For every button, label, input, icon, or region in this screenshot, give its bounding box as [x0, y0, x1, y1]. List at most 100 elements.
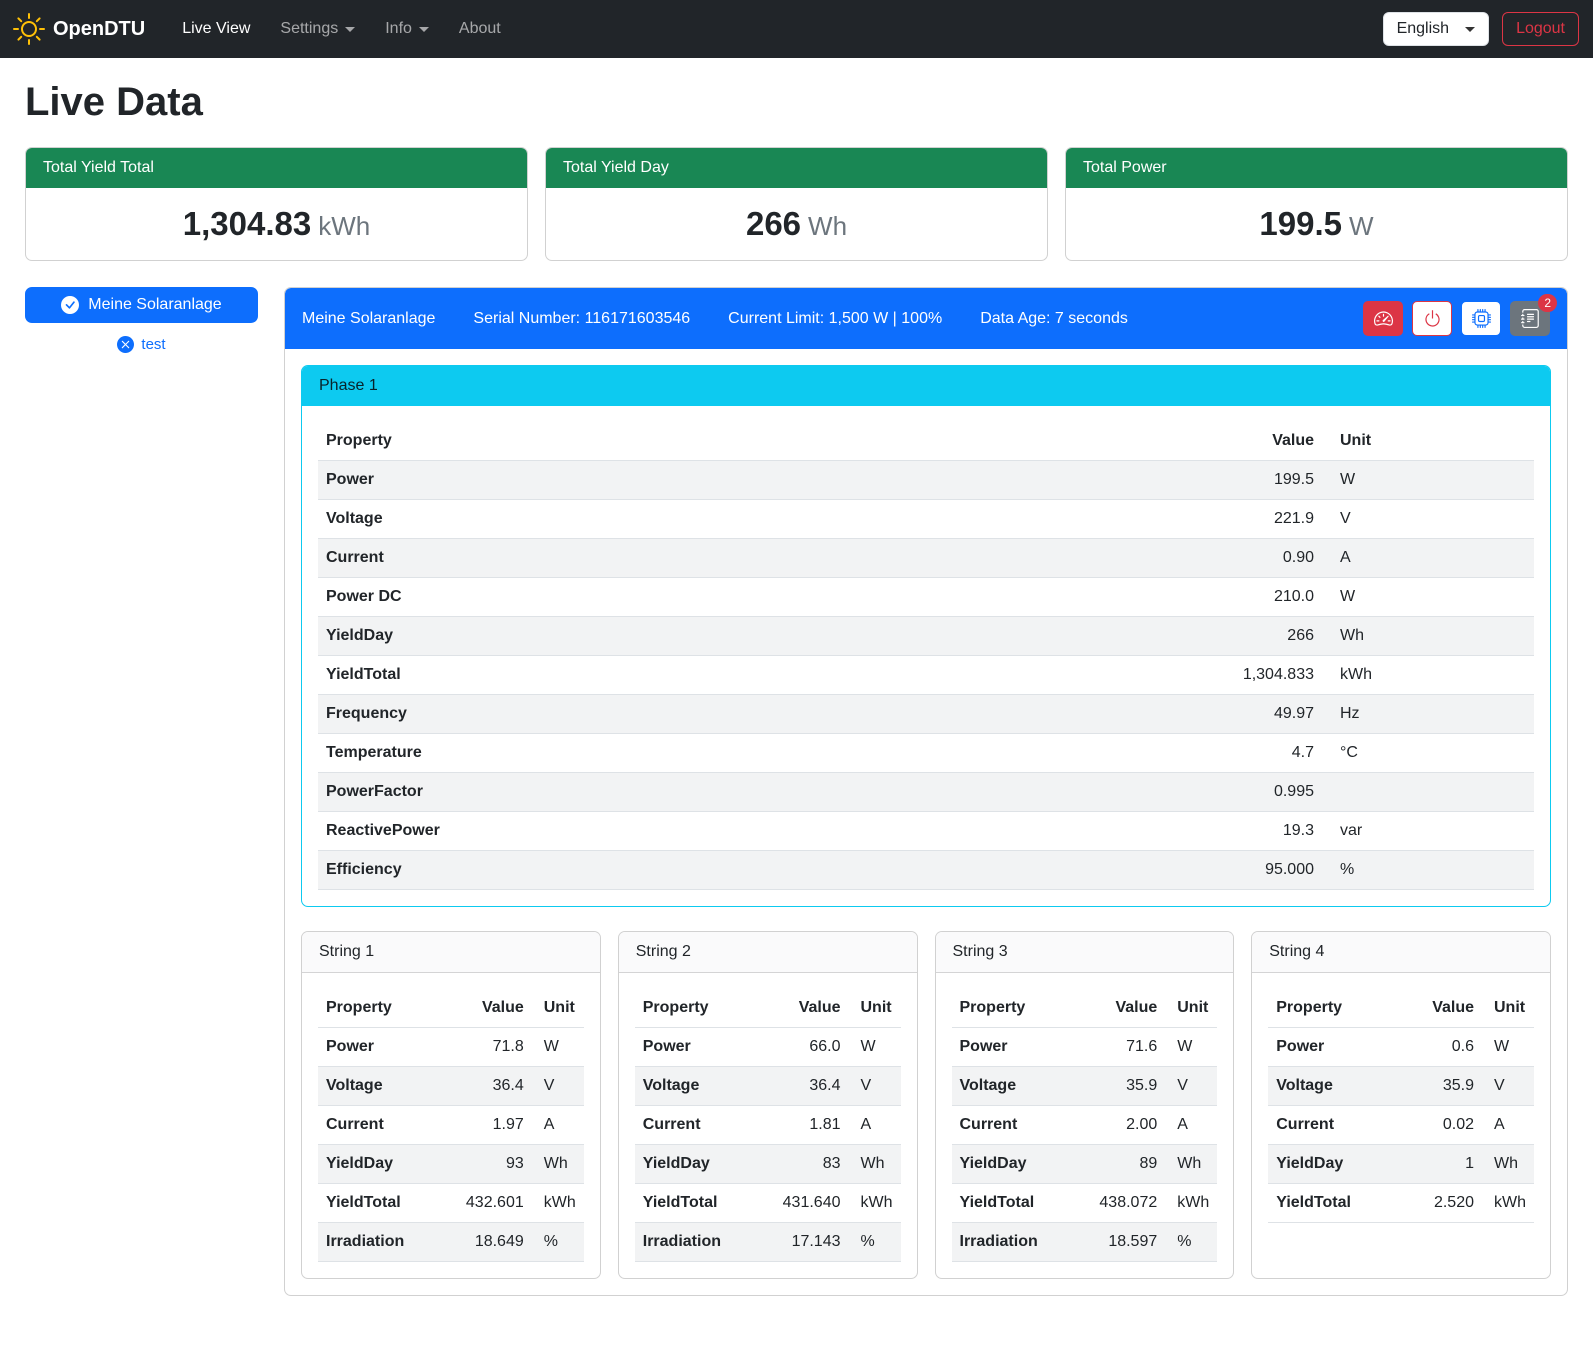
event-count-badge: 2 — [1538, 294, 1557, 312]
value-cell: 17.143 — [767, 1223, 849, 1262]
nav-about-label: About — [459, 20, 501, 38]
table-row: Irradiation17.143% — [635, 1223, 901, 1262]
nav-info-label: Info — [385, 20, 412, 38]
unit-cell: kWh — [849, 1184, 901, 1223]
phase-card-body: Property Value Unit Power199.5WVoltage22… — [302, 406, 1550, 906]
table-row: Voltage36.4V — [318, 1067, 584, 1106]
value-cell: 432.601 — [450, 1184, 532, 1223]
speedometer-icon — [1374, 309, 1393, 328]
summary-cards: Total Yield Total 1,304.83kWh Total Yiel… — [25, 147, 1568, 261]
column-header-unit: Unit — [1482, 989, 1534, 1028]
value-cell: 66.0 — [767, 1028, 849, 1067]
table-row: Current1.81A — [635, 1106, 901, 1145]
string-3-table: Property Value Unit Power71.6WVoltage35.… — [952, 989, 1218, 1262]
property-cell: YieldTotal — [635, 1184, 767, 1223]
table-row: YieldDay1Wh — [1268, 1145, 1534, 1184]
chevron-down-icon — [345, 27, 355, 32]
value-cell: 0.995 — [1212, 773, 1322, 812]
table-row: YieldTotal438.072kWh — [952, 1184, 1218, 1223]
string-2-card: String 2 Property Value Unit — [618, 931, 918, 1279]
total-yield-total-card: Total Yield Total 1,304.83kWh — [25, 147, 528, 261]
navbar-left: OpenDTU Live View Settings Info About — [13, 12, 516, 46]
unit-cell: % — [849, 1223, 901, 1262]
inverter-item-test[interactable]: test — [25, 336, 258, 353]
inverter-sidebar: Meine Solaranlage test — [25, 287, 258, 353]
table-row: Power DC210.0W — [318, 578, 1534, 617]
property-cell: Voltage — [318, 500, 1212, 539]
table-row: Voltage35.9V — [1268, 1067, 1534, 1106]
column-header-value: Value — [450, 989, 532, 1028]
total-yield-total-value: 1,304.83 — [183, 205, 311, 242]
unit-cell: A — [849, 1106, 901, 1145]
card-title: Total Power — [1066, 148, 1567, 188]
value-cell: 1.97 — [450, 1106, 532, 1145]
language-select[interactable]: English — [1383, 12, 1489, 46]
unit-cell: °C — [1322, 734, 1534, 773]
card-body: 266Wh — [546, 188, 1047, 260]
table-header-row: Property Value Unit — [952, 989, 1218, 1028]
unit-cell: W — [849, 1028, 901, 1067]
value-cell: 18.597 — [1083, 1223, 1165, 1262]
unit-cell: A — [532, 1106, 584, 1145]
inverter-select-button[interactable]: Meine Solaranlage — [25, 287, 258, 323]
card-body: 1,304.83kWh — [26, 188, 527, 260]
total-power-card: Total Power 199.5W — [1065, 147, 1568, 261]
property-cell: Irradiation — [635, 1223, 767, 1262]
total-yield-day-unit: Wh — [808, 211, 847, 241]
power-settings-button[interactable] — [1412, 301, 1452, 336]
table-row: Current2.00A — [952, 1106, 1218, 1145]
value-cell: 266 — [1212, 617, 1322, 656]
nav-about[interactable]: About — [444, 12, 516, 46]
column-header-property: Property — [635, 989, 767, 1028]
limit-settings-button[interactable] — [1363, 301, 1403, 336]
nav-info[interactable]: Info — [370, 12, 444, 46]
value-cell: 35.9 — [1083, 1067, 1165, 1106]
test-link-label: test — [141, 336, 165, 353]
table-row: Irradiation18.597% — [952, 1223, 1218, 1262]
value-cell: 1.81 — [767, 1106, 849, 1145]
table-row: Voltage35.9V — [952, 1067, 1218, 1106]
card-title: Total Yield Day — [546, 148, 1047, 188]
property-cell: Current — [318, 1106, 450, 1145]
nav-live-view[interactable]: Live View — [167, 12, 265, 46]
table-row: Power71.8W — [318, 1028, 584, 1067]
unit-cell: W — [1322, 461, 1534, 500]
column-header-property: Property — [952, 989, 1084, 1028]
table-row: Efficiency95.000% — [318, 851, 1534, 890]
table-row: ReactivePower19.3var — [318, 812, 1534, 851]
nav-live-view-label: Live View — [182, 20, 250, 38]
unit-cell: kWh — [532, 1184, 584, 1223]
unit-cell: Wh — [1482, 1145, 1534, 1184]
unit-cell: W — [1322, 578, 1534, 617]
unit-cell: A — [1165, 1106, 1217, 1145]
unit-cell: Wh — [1165, 1145, 1217, 1184]
unit-cell: kWh — [1322, 656, 1534, 695]
property-cell: YieldDay — [318, 617, 1212, 656]
cpu-chip-icon — [1472, 309, 1491, 328]
unit-cell: % — [1165, 1223, 1217, 1262]
table-row: YieldDay89Wh — [952, 1145, 1218, 1184]
string-2-table: Property Value Unit Power66.0WVoltage36.… — [635, 989, 901, 1262]
table-row: YieldDay83Wh — [635, 1145, 901, 1184]
inverter-card: Meine Solaranlage Serial Number: 1161716… — [284, 287, 1568, 1296]
brand-link[interactable]: OpenDTU — [13, 13, 145, 45]
value-cell: 1,304.833 — [1212, 656, 1322, 695]
top-navbar: OpenDTU Live View Settings Info About En… — [0, 0, 1593, 58]
device-info-button[interactable] — [1461, 301, 1501, 336]
value-cell: 19.3 — [1212, 812, 1322, 851]
table-row: Current0.02A — [1268, 1106, 1534, 1145]
value-cell: 431.640 — [767, 1184, 849, 1223]
nav-settings[interactable]: Settings — [265, 12, 370, 46]
table-row: Power66.0W — [635, 1028, 901, 1067]
sun-logo-icon — [13, 13, 45, 45]
table-row: YieldDay93Wh — [318, 1145, 584, 1184]
brand-label: OpenDTU — [53, 18, 145, 41]
table-row: Irradiation18.649% — [318, 1223, 584, 1262]
property-cell: Power — [318, 461, 1212, 500]
table-row: YieldTotal1,304.833kWh — [318, 656, 1534, 695]
logout-button[interactable]: Logout — [1502, 12, 1579, 46]
inverter-card-header: Meine Solaranlage Serial Number: 1161716… — [285, 288, 1567, 349]
property-cell: Irradiation — [318, 1223, 450, 1262]
property-cell: Current — [318, 539, 1212, 578]
event-log-button[interactable]: 2 — [1510, 301, 1550, 336]
